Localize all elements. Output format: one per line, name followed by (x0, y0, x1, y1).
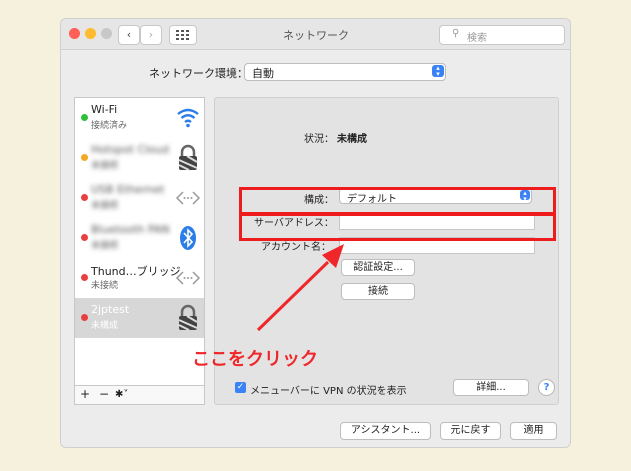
annotation-arrow-icon (256, 244, 344, 332)
click-here-annotation: ここをクリック (192, 349, 318, 370)
